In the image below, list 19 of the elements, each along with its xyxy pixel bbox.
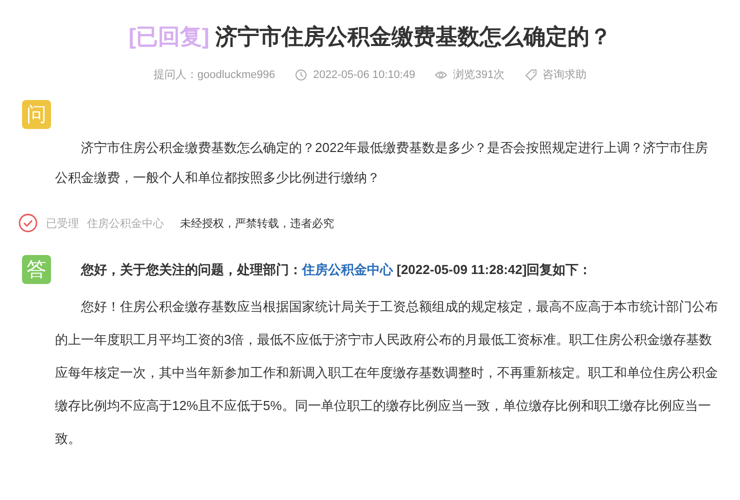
copyright-notice: 未经授权，严禁转载，违者必究 [180,216,334,230]
check-circle-icon [18,213,38,233]
post-time: 2022-05-06 10:10:49 [313,68,416,80]
status-text: 已受理 [46,216,79,230]
category-label: 咨询求助 [542,68,587,82]
status-label: [已回复] [128,24,210,49]
eye-icon [435,68,448,80]
answer-heading: 您好，关于您关注的问题，处理部门：住房公积金中心 [2022-05-09 11:28:42]回复如下： [81,260,592,278]
view-count: 浏览391次 [453,68,505,82]
asker-name: 提问人：goodluckme996 [153,68,276,82]
question-badge: 问 [22,100,51,129]
department-link[interactable]: 住房公积金中心 [302,262,393,276]
clock-icon [295,68,308,80]
question-text: 济宁市住房公积金缴费基数怎么确定的？2022年最低缴费基数是多少？是否会按照规定进行上调？济宁市住房公积金缴费，一般个人和单位都按照多少比例进行缴纳？ [55,139,709,187]
tag-icon [524,68,537,80]
department-name: 住房公积金中心 [87,216,164,230]
answer-badge: 答 [22,255,51,284]
answer-text: 您好！住房公积金缴存基数应当根据国家统计局关于工资总额组成的规定核定，最高不应高于本市统计部门公布的上一年度职工月平均工资的3倍，最低不应低于济宁市人民政府公布的月最低工资标准。职工住房公积金缴存基数应每年核定一次，其中当年新参加工作和新调入职工在年度缴存基数调整时，不再重新核定。职工和单位住房公积金缴存比例均不应高于12%且不应低于5%。同一单位职工的缴存比例应当一致，单位缴存比例和职工缴存比例应当一致。 [55,298,718,448]
question-title: 济宁市住房公积金缴费基数怎么确定的？ [215,24,612,49]
